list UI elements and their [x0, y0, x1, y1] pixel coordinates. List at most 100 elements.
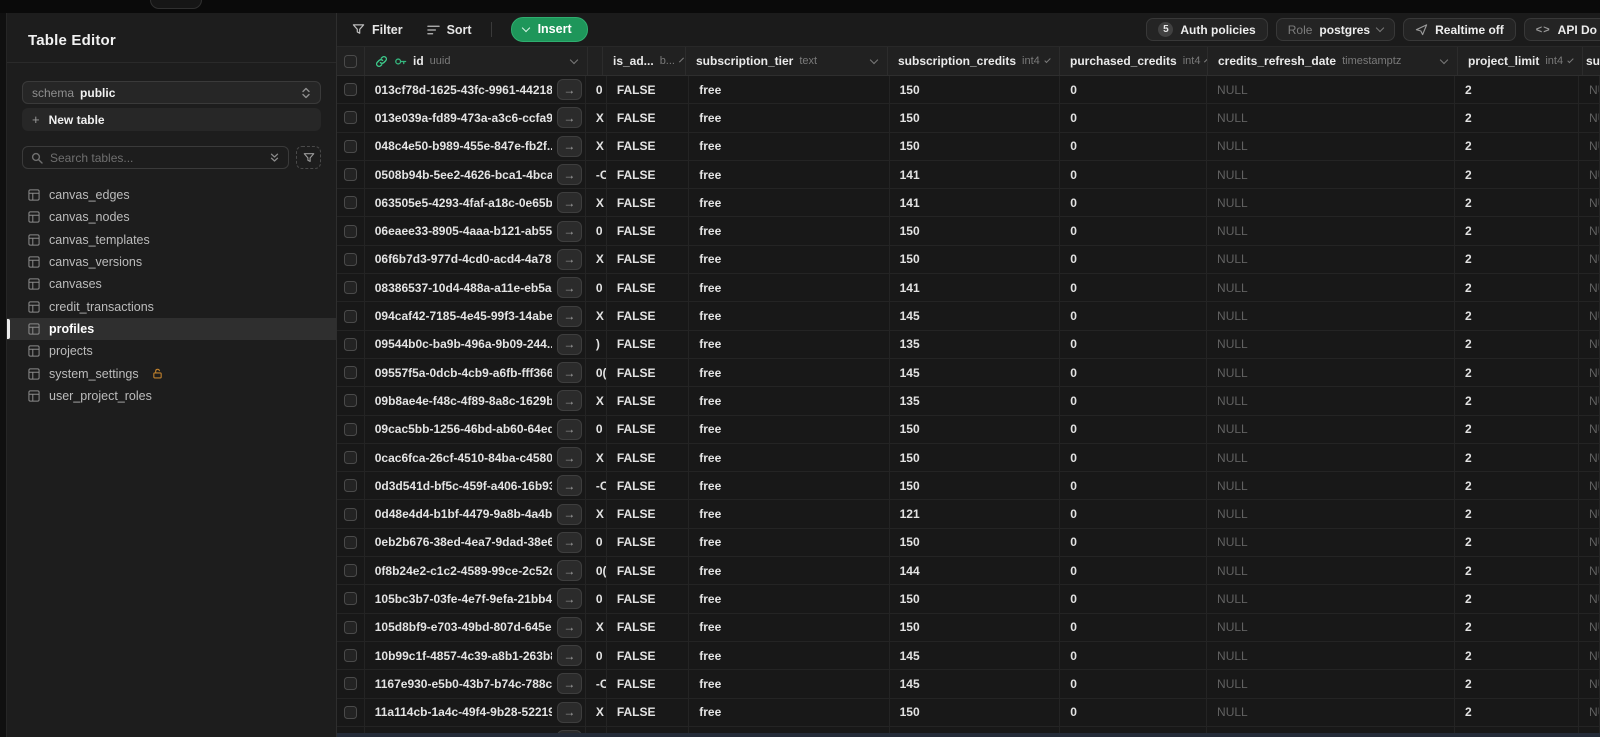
cell-purchased-credits[interactable]: 0 [1060, 132, 1208, 160]
table-row[interactable]: 048c4e50-b989-455e-847e-fb2f... → X FALS… [337, 132, 1600, 161]
sidebar-item-system_settings[interactable]: system_settings [7, 362, 336, 384]
row-checkbox[interactable] [343, 281, 357, 295]
cell-is-admin[interactable]: FALSE [607, 274, 690, 302]
cell-clipped[interactable]: 0 [586, 528, 607, 557]
cell-id[interactable]: 0d48e4d4-b1bf-4479-9a8b-4a4b... → [365, 500, 586, 528]
cell-clipped[interactable]: X [586, 132, 607, 160]
expand-row-button[interactable]: → [556, 192, 582, 214]
cell-id[interactable]: 0eb2b676-38ed-4ea7-9dad-38e6... → [365, 528, 586, 557]
cell-project-limit[interactable]: 2 [1455, 670, 1579, 698]
cell-clipped-right[interactable]: NULL [1579, 415, 1600, 443]
cell-credits-refresh-date[interactable]: NULL [1207, 387, 1455, 415]
cell-subscription-tier[interactable]: free [689, 358, 890, 387]
cell-is-admin[interactable]: FALSE [607, 217, 690, 245]
cell-project-limit[interactable]: 2 [1455, 500, 1579, 528]
cell-id[interactable]: 11a114cb-1a4c-49f4-9b28-52219ec... → [365, 698, 586, 726]
cell-clipped-right[interactable]: NULL [1579, 358, 1600, 387]
cell-purchased-credits[interactable]: 0 [1060, 670, 1208, 698]
cell-clipped[interactable]: 0 [586, 415, 607, 443]
cell-is-admin[interactable]: FALSE [607, 641, 690, 670]
row-checkbox[interactable] [343, 592, 357, 606]
sidebar-item-canvases[interactable]: canvases [7, 273, 336, 295]
table-row[interactable]: 0d3d541d-bf5c-459f-a406-16b93... → -C FA… [337, 472, 1600, 501]
cell-id[interactable]: 0cac6fca-26cf-4510-84ba-c4580... → [365, 443, 586, 472]
cell-subscription-tier[interactable]: free [689, 528, 890, 557]
chevron-down-icon[interactable] [1567, 56, 1574, 63]
cell-clipped[interactable]: X [586, 189, 607, 217]
cell-clipped[interactable]: X [586, 698, 607, 726]
cell-is-admin[interactable]: FALSE [607, 698, 690, 726]
auth-policies-button[interactable]: 5 Auth policies [1146, 18, 1268, 41]
cell-clipped[interactable]: -C [586, 472, 607, 500]
expand-row-button[interactable]: → [556, 447, 582, 468]
cell-clipped-right[interactable]: NULL [1579, 500, 1600, 528]
cell-is-admin[interactable]: FALSE [607, 557, 690, 585]
expand-row-button[interactable]: → [556, 164, 582, 186]
cell-clipped-right[interactable]: NULL [1579, 557, 1600, 585]
expand-row-button[interactable]: → [556, 560, 582, 582]
cell-is-admin[interactable]: FALSE [607, 189, 690, 217]
row-checkbox[interactable] [343, 422, 357, 436]
expand-row-button[interactable]: → [556, 79, 582, 101]
chevron-down-icon[interactable] [869, 55, 879, 64]
cell-clipped-right[interactable]: NULL [1579, 585, 1600, 613]
cell-credits-refresh-date[interactable]: NULL [1207, 585, 1455, 613]
row-checkbox[interactable] [343, 139, 357, 153]
cell-subscription-credits[interactable]: 150 [890, 472, 1061, 500]
cell-subscription-credits[interactable]: 150 [890, 76, 1061, 104]
column-header-project-limit[interactable]: project_limit int4 [1458, 47, 1583, 75]
cell-purchased-credits[interactable]: 0 [1060, 330, 1208, 358]
cell-purchased-credits[interactable]: 0 [1060, 387, 1208, 415]
cell-purchased-credits[interactable]: 0 [1060, 104, 1208, 132]
cell-purchased-credits[interactable]: 0 [1060, 245, 1208, 274]
table-row[interactable]: 06f6b7d3-977d-4cd0-acd4-4a78... → X FALS… [337, 245, 1600, 275]
expand-row-button[interactable]: → [556, 588, 582, 610]
sidebar-item-credit_transactions[interactable]: credit_transactions [7, 295, 336, 317]
cell-subscription-credits[interactable]: 141 [890, 274, 1061, 302]
cell-project-limit[interactable]: 2 [1455, 189, 1579, 217]
table-row[interactable]: 06eaee33-8905-4aaa-b121-ab552... → 0 FAL… [337, 217, 1600, 246]
sidebar-item-canvas_templates[interactable]: canvas_templates [7, 229, 336, 251]
cell-clipped-right[interactable]: NULL [1579, 387, 1600, 415]
cell-subscription-tier[interactable]: free [689, 217, 890, 245]
cell-subscription-credits[interactable]: 150 [890, 245, 1061, 274]
cell-clipped[interactable]: 0 [586, 641, 607, 670]
cell-is-admin[interactable]: FALSE [607, 76, 690, 104]
sort-button[interactable]: Sort [426, 23, 472, 37]
table-row[interactable]: 105d8bf9-e703-49bd-807d-645e... → X FALS… [337, 613, 1600, 642]
cell-clipped-right[interactable]: NULL [1579, 245, 1600, 274]
select-all-checkbox[interactable] [344, 54, 357, 68]
cell-credits-refresh-date[interactable]: NULL [1207, 698, 1455, 726]
expand-row-button[interactable]: → [556, 673, 582, 695]
chevron-down-icon[interactable] [679, 57, 684, 62]
cell-clipped[interactable]: X [586, 613, 607, 641]
cell-clipped-right[interactable]: NULL [1579, 472, 1600, 500]
row-checkbox[interactable] [343, 535, 357, 549]
row-checkbox[interactable] [343, 705, 357, 719]
cell-purchased-credits[interactable]: 0 [1060, 698, 1208, 726]
table-row[interactable]: 0f8b24e2-c1c2-4589-99ce-2c52d... → 0( FA… [337, 557, 1600, 586]
cell-clipped-right[interactable]: NULL [1579, 104, 1600, 132]
cell-project-limit[interactable]: 2 [1455, 330, 1579, 358]
cell-subscription-credits[interactable]: 150 [890, 104, 1061, 132]
cell-id[interactable]: 09544b0c-ba9b-496a-9b09-244... → [365, 330, 586, 358]
cell-subscription-tier[interactable]: free [689, 641, 890, 670]
cell-clipped-right[interactable]: NULL [1579, 698, 1600, 726]
cell-project-limit[interactable]: 2 [1455, 274, 1579, 302]
cell-is-admin[interactable]: FALSE [607, 245, 690, 274]
table-row[interactable]: 0d48e4d4-b1bf-4479-9a8b-4a4b... → X FALS… [337, 500, 1600, 529]
cell-id[interactable]: 0508b94b-5ee2-4626-bca1-4bca... → [365, 160, 586, 189]
expand-row-button[interactable]: → [556, 248, 582, 270]
row-checkbox[interactable] [343, 394, 357, 408]
cell-project-limit[interactable]: 2 [1455, 415, 1579, 443]
cell-subscription-tier[interactable]: free [689, 472, 890, 500]
row-checkbox[interactable] [343, 83, 357, 97]
expand-row-button[interactable]: → [556, 277, 582, 299]
cell-project-limit[interactable]: 2 [1455, 641, 1579, 670]
cell-clipped-right[interactable]: NULL [1579, 641, 1600, 670]
column-header-clipped-right[interactable]: su [1583, 47, 1600, 75]
table-row[interactable]: 08386537-10d4-488a-a11e-eb5a6... → 0 FAL… [337, 274, 1600, 303]
table-row[interactable]: 063505e5-4293-4faf-a18c-0e65b... → X FAL… [337, 189, 1600, 218]
expand-row-button[interactable]: → [556, 333, 582, 355]
cell-subscription-credits[interactable]: 150 [890, 613, 1061, 641]
